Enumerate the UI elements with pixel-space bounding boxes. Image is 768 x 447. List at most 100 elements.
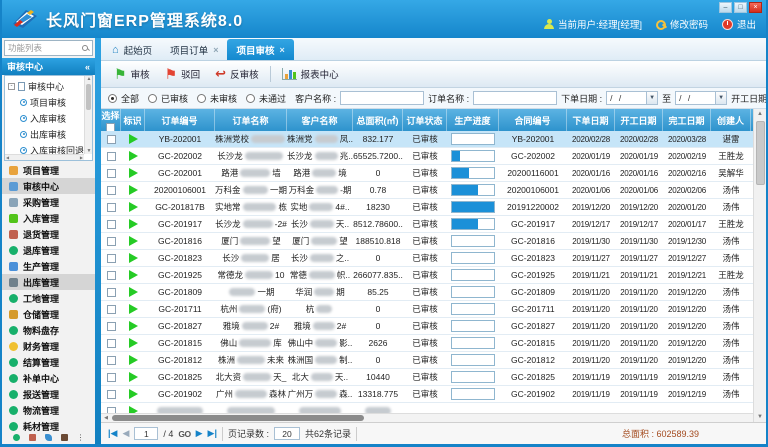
- scroll-up-icon[interactable]: ▲: [754, 109, 766, 119]
- column-header-订单编号[interactable]: 订单编号: [145, 109, 215, 131]
- sidebar-item-结算管理[interactable]: 结算管理: [2, 354, 95, 370]
- table-row[interactable]: GC-201902广州森林广州万森..13318.775已审核GC-201902…: [101, 386, 753, 403]
- dot-icon[interactable]: [13, 434, 20, 441]
- sidebar-item-生产管理[interactable]: 生产管理: [2, 258, 95, 274]
- row-checkbox[interactable]: [107, 237, 116, 246]
- tab-起始页[interactable]: ⌂起始页: [103, 39, 161, 60]
- more-options-icon[interactable]: ⋮: [77, 434, 85, 441]
- row-checkbox[interactable]: [107, 152, 116, 161]
- sidebar-item-采购管理[interactable]: 采购管理: [2, 194, 95, 210]
- radio-全部[interactable]: [108, 94, 117, 103]
- row-checkbox[interactable]: [107, 288, 116, 297]
- logout-button[interactable]: 退出: [722, 17, 756, 31]
- row-checkbox[interactable]: [107, 271, 116, 280]
- column-header-合同编号[interactable]: 合同编号: [499, 109, 567, 131]
- tab-项目审核[interactable]: 项目审核×: [227, 39, 293, 60]
- row-checkbox[interactable]: [107, 339, 116, 348]
- table-row[interactable]: GC-202002长沙龙长沙龙兆..65525.7200..已审核GC-2020…: [101, 148, 753, 165]
- row-checkbox[interactable]: [107, 305, 116, 314]
- radio-已审核[interactable]: [148, 94, 157, 103]
- sidebar-item-财务管理[interactable]: 财务管理: [2, 338, 95, 354]
- row-checkbox[interactable]: [107, 390, 116, 399]
- sidebar-item-出库管理[interactable]: 出库管理: [2, 274, 95, 290]
- sidebar-item-退库管理[interactable]: 退库管理: [2, 242, 95, 258]
- table-row[interactable]: GC-201711杭州(府)杭0已审核GC-2017112019/11/2020…: [101, 301, 753, 318]
- tree-scroll-thumb[interactable]: [86, 84, 91, 110]
- tab-项目订单[interactable]: 项目订单×: [161, 39, 227, 60]
- scroll-up-icon[interactable]: ▲: [85, 76, 93, 82]
- row-checkbox[interactable]: [107, 373, 116, 382]
- column-header-开工日期[interactable]: 开工日期: [615, 109, 663, 131]
- toolbar-button-驳回[interactable]: ⚑驳回: [161, 65, 205, 83]
- column-header-完工日期[interactable]: 完工日期: [663, 109, 711, 131]
- order-name-input[interactable]: [473, 91, 557, 105]
- table-row[interactable]: YB-202001株洲党校株洲党凤..832.177已审核YB-20200120…: [101, 131, 753, 148]
- table-row[interactable]: GC-202001路港墙路港境0已审核202001160012020/01/16…: [101, 165, 753, 182]
- scroll-down-icon[interactable]: ▼: [754, 412, 766, 422]
- vertical-scrollbar[interactable]: ▲ ▼: [753, 109, 766, 422]
- row-checkbox[interactable]: [107, 169, 116, 178]
- sidebar-item-补单中心[interactable]: 补单中心: [2, 370, 95, 386]
- maximize-button[interactable]: □: [734, 2, 747, 13]
- toolbar-button-审核[interactable]: ⚑审核: [110, 65, 154, 83]
- column-header-选择[interactable]: 选择: [101, 109, 121, 131]
- table-row[interactable]: GC-201827雅境2#雅境2#0已审核GC-2018272019/11/20…: [101, 318, 753, 335]
- sidebar-item-物流管理[interactable]: 物流管理: [2, 402, 95, 418]
- row-checkbox[interactable]: [107, 220, 116, 229]
- sidebar-item-退货管理[interactable]: 退货管理: [2, 226, 95, 242]
- row-checkbox[interactable]: [107, 254, 116, 263]
- toolbar-button-报表中心[interactable]: 报表中心: [278, 65, 343, 83]
- minimize-button[interactable]: –: [719, 2, 732, 13]
- customer-name-input[interactable]: [340, 91, 424, 105]
- person-icon[interactable]: [61, 434, 68, 441]
- row-checkbox[interactable]: [107, 135, 116, 144]
- table-row[interactable]: GC-201817B实地常栋实地4#..18230已审核201912200022…: [101, 199, 753, 216]
- scroll-left-icon[interactable]: ◀: [101, 414, 111, 422]
- row-checkbox[interactable]: [107, 203, 116, 212]
- radio-未通过[interactable]: [246, 94, 255, 103]
- horizontal-scrollbar[interactable]: ◀: [101, 413, 753, 422]
- vertical-scroll-thumb[interactable]: [756, 121, 765, 185]
- sidebar-panel-header[interactable]: 审核中心 «: [2, 58, 95, 75]
- table-row[interactable]: GC-201815佛山库佛山中影..2626已审核GC-2018152019/1…: [101, 335, 753, 352]
- tree-horizontal-scrollbar[interactable]: ◀▶: [5, 154, 84, 160]
- tree-vertical-scrollbar[interactable]: ▲ ▼: [84, 76, 92, 154]
- tree-root-node[interactable]: - 审核中心: [8, 78, 82, 94]
- toolbar-button-反审核[interactable]: ↩反审核: [211, 65, 262, 83]
- sidebar-item-审核中心[interactable]: 审核中心: [2, 178, 95, 194]
- close-tab-icon[interactable]: ×: [213, 45, 218, 55]
- chevron-down-icon[interactable]: ▼: [715, 92, 726, 104]
- date-input-至[interactable]: / /▼: [675, 91, 727, 105]
- table-row[interactable]: GC-201809一期华润期85.25已审核GC-2018092019/11/2…: [101, 284, 753, 301]
- row-checkbox[interactable]: [107, 186, 116, 195]
- column-header-订单名称[interactable]: 订单名称: [215, 109, 287, 131]
- table-row[interactable]: GC-201917长沙龙-2#长沙天..8512.78600..已审核GC-20…: [101, 216, 753, 233]
- page-number-input[interactable]: 1: [134, 427, 158, 440]
- select-all-checkbox[interactable]: [106, 123, 115, 132]
- table-row-partial[interactable]: [101, 403, 753, 413]
- change-password-button[interactable]: 修改密码: [656, 17, 708, 31]
- date-input-下单日期[interactable]: / /▼: [606, 91, 658, 105]
- last-page-button[interactable]: ▶|: [208, 428, 217, 439]
- function-search-input[interactable]: 功能列表: [4, 40, 93, 56]
- table-row[interactable]: 20200106001万科金一期万科金-期0.78已审核202001060012…: [101, 182, 753, 199]
- prev-page-button[interactable]: ◀: [122, 428, 129, 439]
- column-header-标识[interactable]: 标识: [121, 109, 145, 131]
- sidebar-item-耗材管理[interactable]: 耗材管理: [2, 418, 95, 431]
- tree-node-入库审核[interactable]: 入库审核: [8, 110, 82, 126]
- leaf-icon[interactable]: [45, 434, 52, 441]
- row-checkbox[interactable]: [107, 322, 116, 331]
- page-size-input[interactable]: 20: [274, 427, 300, 440]
- sidebar-item-物料盘存[interactable]: 物料盘存: [2, 322, 95, 338]
- column-header-客户名称[interactable]: 客户名称: [287, 109, 353, 131]
- table-row[interactable]: GC-201823长沙居长沙之..0已审核GC-2018232019/11/27…: [101, 250, 753, 267]
- close-tab-icon[interactable]: ×: [279, 45, 284, 55]
- table-row[interactable]: GC-201816厦门望厦门望188510.818已审核GC-201816201…: [101, 233, 753, 250]
- sidebar-item-仓储管理[interactable]: 仓储管理: [2, 306, 95, 322]
- radio-未审核[interactable]: [197, 94, 206, 103]
- table-row[interactable]: GC-201812株洲未来株洲国制..0已审核GC-2018122019/11/…: [101, 352, 753, 369]
- table-row[interactable]: GC-201825北大资天_北大天..10440已审核GC-2018252019…: [101, 369, 753, 386]
- column-header-总面积(㎡)[interactable]: 总面积(㎡): [353, 109, 403, 131]
- column-header-生产进度[interactable]: 生产进度: [447, 109, 499, 131]
- horizontal-scroll-thumb[interactable]: [112, 415, 364, 421]
